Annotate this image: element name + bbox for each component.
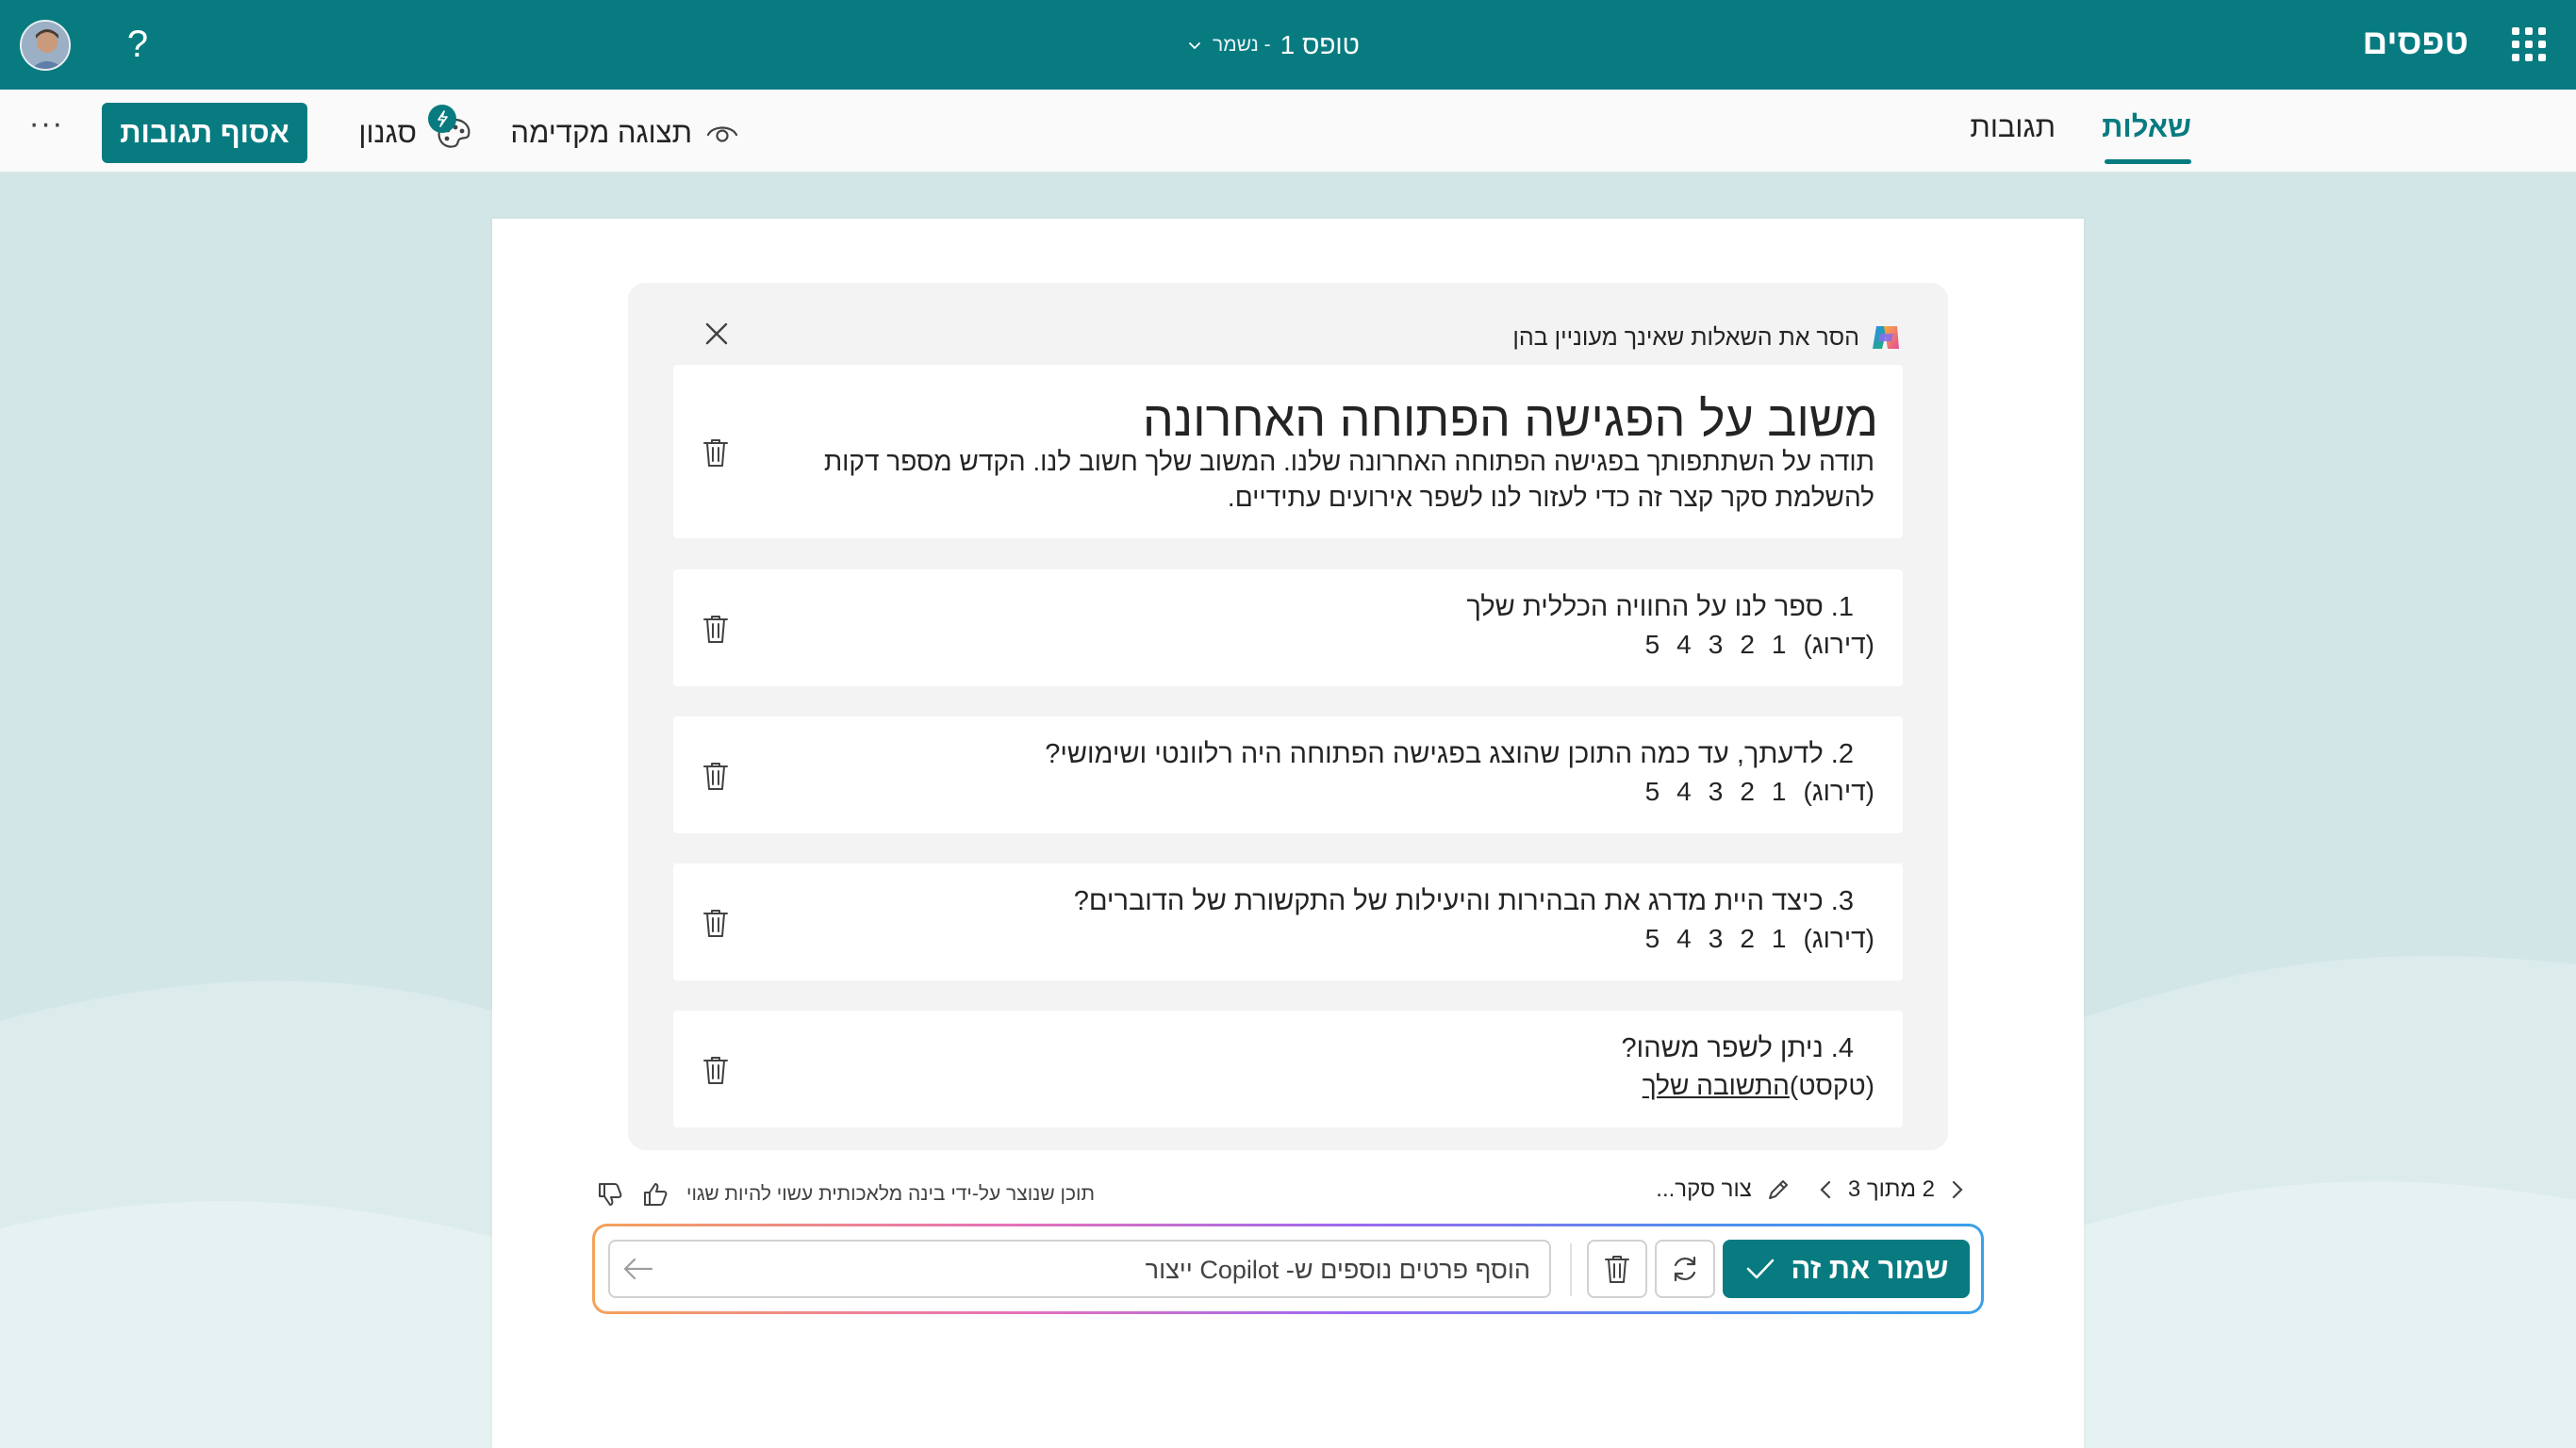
form-description: תודה על השתתפותך בפגישה הפתוחה האחרונה ש…	[823, 447, 1874, 512]
eye-icon	[706, 126, 738, 142]
rating-scale: 1 2 3 4 5	[1645, 924, 1787, 954]
panel-header-text: הסר את השאלות שאינך מעוניין בהן	[1512, 323, 1859, 351]
rating-option: 2	[1740, 777, 1755, 806]
chevron-down-icon	[1189, 42, 1200, 50]
rating-option: 5	[1644, 630, 1660, 659]
active-tab-indicator	[2105, 159, 2191, 164]
question-text: 1. ספר לנו על החוויה הכללית שלך	[1466, 592, 1854, 622]
copilot-composer: הוסף פרטים נוספים ש- Copilot ייצור שמור …	[592, 1224, 1984, 1314]
preview-label: תצוגה מקדימה	[510, 116, 692, 149]
delete-icon[interactable]	[702, 613, 730, 645]
question-meta: (דירוג) 1 2 3 4 5	[1645, 630, 1874, 660]
style-label: סגנון	[358, 116, 417, 149]
question-card-1[interactable]: 1. ספר לנו על החוויה הכללית שלך (דירוג) …	[673, 569, 1903, 686]
question-text: 2. לדעתך, עד כמה התוכן שהוצג בפגישה הפתו…	[1045, 739, 1854, 769]
close-icon[interactable]	[700, 317, 734, 351]
thumbs-down-icon[interactable]	[596, 1180, 624, 1209]
panel-header: הסר את השאלות שאינך מעוניין בהן	[1512, 321, 1903, 354]
rating-scale: 1 2 3 4 5	[1645, 630, 1787, 660]
question-text: 3. כיצד היית מדרג את הבהירות והיעילות של…	[1073, 886, 1854, 916]
ai-disclaimer: תוכן שנוצר על-ידי בינה מלאכותית עשוי להי…	[596, 1180, 1095, 1209]
palette-icon	[428, 105, 475, 156]
refresh-icon	[1674, 1256, 1696, 1282]
rating-option: 4	[1676, 924, 1692, 953]
form-title: משוב על הפגישה הפתוחה האחרונה	[1142, 392, 1878, 447]
document-title-dropdown[interactable]: טופס 1 - נשמר	[1160, 26, 1386, 64]
more-options-button[interactable]: ···	[26, 107, 66, 150]
keep-it-button[interactable]: שמור את זה	[1723, 1240, 1970, 1298]
question-card-4[interactable]: 4. ניתן לשפר משהו? (טקסט) התשובה שלך	[673, 1011, 1903, 1127]
rating-option: 2	[1740, 630, 1755, 659]
suggestion-navigation: 2 מתוך 3 צור סקר...	[1656, 1176, 1967, 1203]
question-meta: (דירוג) 1 2 3 4 5	[1645, 924, 1874, 954]
command-bar: ··· אסוף תגובות סגנון תצוגה מקדימה שאלות…	[0, 90, 2576, 173]
tab-responses[interactable]: תגובות	[1970, 110, 2056, 144]
question-card-2[interactable]: 2. לדעתך, עד כמה התוכן שהוצג בפגישה הפתו…	[673, 716, 1903, 833]
style-button[interactable]: סגנון	[343, 103, 475, 163]
copilot-icon	[1873, 326, 1899, 349]
chevron-left-icon[interactable]	[1816, 1178, 1835, 1201]
preview-button[interactable]: תצוגה מקדימה	[504, 103, 739, 163]
question-type: (טקסט)	[1789, 1071, 1874, 1100]
form-title-card[interactable]: משוב על הפגישה הפתוחה האחרונה תודה על הש…	[673, 365, 1903, 538]
send-arrow-icon[interactable]	[621, 1254, 655, 1284]
discard-button[interactable]	[1587, 1240, 1647, 1298]
collect-responses-button[interactable]: אסוף תגובות	[102, 103, 307, 163]
tab-questions[interactable]: שאלות	[2102, 110, 2191, 144]
rating-option: 3	[1708, 630, 1724, 659]
answer-placeholder: התשובה שלך	[1642, 1071, 1790, 1100]
pager-text: 2 מתוך 3	[1847, 1176, 1935, 1202]
checkmark-icon	[1746, 1259, 1774, 1279]
regenerate-button[interactable]	[1655, 1240, 1715, 1298]
question-meta: (דירוג) 1 2 3 4 5	[1645, 777, 1874, 807]
composer-divider	[1570, 1243, 1572, 1296]
app-name[interactable]: טפסים	[2363, 23, 2469, 62]
top-bar: ? טופס 1 - נשמר טפסים	[0, 0, 2576, 90]
rating-option: 4	[1676, 630, 1692, 659]
delete-icon[interactable]	[702, 1054, 730, 1086]
rating-option: 1	[1771, 630, 1787, 659]
question-card-3[interactable]: 3. כיצד היית מדרג את הבהירות והיעילות של…	[673, 864, 1903, 980]
create-survey-prompt[interactable]: צור סקר...	[1656, 1176, 1752, 1203]
question-type: (דירוג)	[1803, 924, 1874, 953]
rating-option: 3	[1708, 777, 1724, 806]
save-status: - נשמר	[1213, 34, 1271, 56]
question-meta: (טקסט) התשובה שלך	[1643, 1071, 1874, 1101]
question-type: (דירוג)	[1803, 630, 1874, 659]
rating-option: 1	[1771, 924, 1787, 953]
sparkle-badge-icon	[428, 105, 456, 133]
ai-disclaimer-text: תוכן שנוצר על-ידי בינה מלאכותית עשוי להי…	[686, 1183, 1095, 1205]
copilot-prompt-input[interactable]: הוסף פרטים נוספים ש- Copilot ייצור	[608, 1240, 1551, 1298]
rating-scale: 1 2 3 4 5	[1645, 777, 1787, 807]
rating-option: 3	[1708, 924, 1724, 953]
app-launcher-icon[interactable]	[2512, 27, 2546, 61]
rating-option: 2	[1740, 924, 1755, 953]
user-avatar[interactable]	[20, 20, 71, 71]
help-icon[interactable]: ?	[119, 21, 157, 68]
delete-icon[interactable]	[702, 436, 730, 469]
rating-option: 1	[1771, 777, 1787, 806]
pencil-icon	[1768, 1180, 1788, 1199]
delete-icon	[1605, 1256, 1629, 1283]
question-type: (דירוג)	[1803, 777, 1874, 806]
rating-option: 5	[1644, 777, 1660, 806]
delete-icon[interactable]	[702, 760, 730, 792]
rating-option: 4	[1676, 777, 1692, 806]
keep-it-label: שמור את זה	[1791, 1252, 1949, 1285]
delete-icon[interactable]	[702, 907, 730, 939]
document-title: טופס 1	[1280, 30, 1360, 59]
thumbs-up-icon[interactable]	[641, 1180, 669, 1209]
chevron-right-icon[interactable]	[1948, 1178, 1967, 1201]
question-text: 4. ניתן לשפר משהו?	[1621, 1033, 1854, 1063]
prompt-placeholder: הוסף פרטים נוספים ש- Copilot ייצור	[1145, 1256, 1530, 1284]
rating-option: 5	[1644, 924, 1660, 953]
